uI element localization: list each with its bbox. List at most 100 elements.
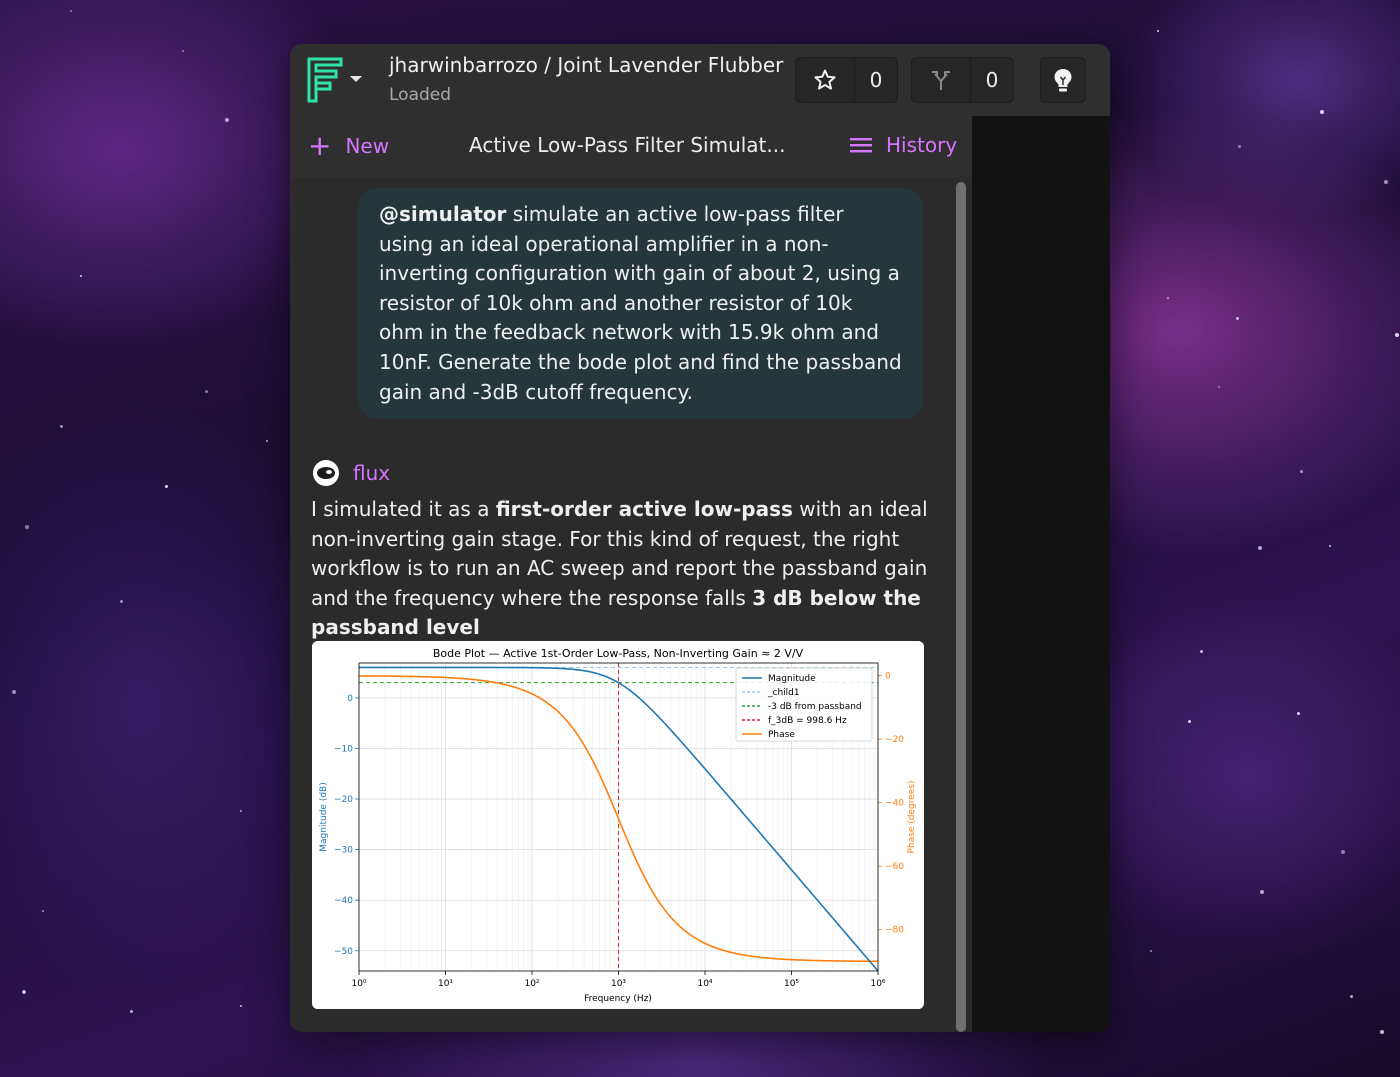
y2-tick-label: −80 — [885, 926, 904, 936]
user-message: @simulator simulate an active low-pass f… — [358, 188, 923, 420]
tips-button[interactable] — [1040, 57, 1086, 103]
user-message-text: simulate an active low-pass filter using… — [379, 202, 902, 404]
star — [1380, 1030, 1384, 1034]
title-separator: / — [544, 53, 551, 77]
assistant-text-1: I simulated it as a — [311, 497, 496, 521]
fork-button-group: 0 — [911, 57, 1014, 103]
chart-title: Bode Plot — Active 1st-Order Low-Pass, N… — [433, 647, 804, 660]
legend-label: _child1 — [767, 688, 800, 698]
y-axis-label: Magnitude (dB) — [319, 782, 329, 851]
new-chat-label: New — [345, 134, 390, 158]
star — [120, 600, 123, 603]
x-tick-label: 10¹ — [438, 979, 453, 989]
x-axis-label: Frequency (Hz) — [584, 994, 652, 1004]
project-name[interactable]: Joint Lavender Flubber — [557, 53, 783, 77]
chat-header: + New Active Low-Pass Filter Simulat... … — [290, 116, 972, 178]
star — [1329, 545, 1331, 547]
assistant-header: flux — [311, 458, 390, 488]
star — [1341, 850, 1345, 854]
star — [1150, 950, 1152, 952]
owner-name[interactable]: jharwinbarrozo — [389, 53, 538, 77]
legend-label: f_3dB = 998.6 Hz — [768, 716, 847, 726]
y2-tick-label: −40 — [885, 799, 904, 809]
star — [1297, 712, 1300, 715]
assistant-message: I simulated it as a first-order active l… — [311, 495, 931, 643]
star — [1258, 546, 1262, 550]
star — [130, 1010, 133, 1013]
history-label: History — [886, 133, 958, 157]
star — [165, 485, 168, 488]
load-status: Loaded — [389, 85, 452, 105]
star — [60, 425, 63, 428]
bode-plot-image[interactable]: Bode Plot — Active 1st-Order Low-Pass, N… — [312, 641, 924, 1009]
star — [1320, 110, 1324, 114]
star-count: 0 — [869, 68, 883, 92]
side-panel — [972, 116, 1110, 1032]
star — [12, 690, 16, 694]
star — [205, 390, 208, 393]
star — [1157, 30, 1159, 32]
star — [240, 810, 242, 812]
scrollbar-thumb[interactable] — [956, 182, 966, 1032]
y-tick-label: −50 — [334, 947, 353, 957]
x-tick-label: 10⁵ — [784, 979, 799, 989]
chevron-down-icon[interactable] — [350, 76, 362, 82]
y2-tick-label: 0 — [885, 672, 891, 682]
y-tick-label: 0 — [347, 694, 353, 704]
project-title[interactable]: jharwinbarrozo / Joint Lavender Flubber — [389, 53, 783, 77]
star-button[interactable] — [796, 58, 855, 102]
star — [1300, 470, 1303, 473]
chat-title: Active Low-Pass Filter Simulat... — [469, 133, 786, 157]
star — [266, 440, 268, 442]
y-tick-label: −20 — [334, 795, 353, 805]
app-window: jharwinbarrozo / Joint Lavender Flubber … — [290, 44, 1110, 1032]
star — [1218, 386, 1220, 388]
fork-button[interactable] — [912, 58, 971, 102]
star — [80, 275, 82, 277]
assistant-bold-1: first-order active low-pass — [495, 497, 793, 521]
lightbulb-icon — [1054, 69, 1072, 92]
flux-avatar-icon — [313, 460, 339, 486]
plus-icon: + — [308, 129, 332, 162]
fork-count: 0 — [985, 68, 999, 92]
fork-icon — [932, 71, 950, 90]
mention[interactable]: @simulator — [379, 202, 506, 226]
x-tick-label: 10³ — [611, 979, 626, 989]
assistant-name: flux — [353, 461, 391, 485]
flux-logo-icon[interactable] — [306, 57, 344, 103]
y2-axis-label: Phase (degrees) — [907, 781, 917, 854]
star — [225, 118, 229, 122]
y-tick-label: −30 — [334, 846, 353, 856]
y-tick-label: −10 — [334, 744, 353, 754]
x-tick-label: 10⁰ — [351, 979, 366, 989]
y2-tick-label: −60 — [885, 862, 904, 872]
history-button[interactable]: History — [850, 133, 957, 157]
new-chat-button[interactable]: + New — [308, 132, 389, 160]
star — [22, 990, 26, 994]
star — [70, 10, 72, 12]
chat-scrollbar[interactable] — [956, 182, 966, 1032]
y-tick-label: −40 — [334, 896, 353, 906]
legend-label: Magnitude — [768, 674, 816, 684]
menu-icon — [850, 138, 872, 153]
star — [1200, 650, 1203, 653]
star — [25, 525, 29, 529]
bode-plot-chart: Bode Plot — Active 1st-Order Low-Pass, N… — [312, 641, 924, 1009]
x-tick-label: 10² — [524, 979, 539, 989]
star — [1350, 995, 1353, 998]
star — [42, 910, 44, 912]
legend-label: -3 dB from passband — [768, 702, 862, 712]
star — [1260, 890, 1264, 894]
star-icon — [814, 69, 836, 90]
star-button-group: 0 — [795, 57, 898, 103]
legend-label: Phase — [768, 730, 795, 740]
star — [1236, 317, 1239, 320]
star — [240, 1005, 242, 1007]
x-tick-label: 10⁶ — [870, 979, 885, 989]
star — [1395, 333, 1399, 337]
star — [1384, 180, 1388, 184]
x-tick-label: 10⁴ — [697, 979, 712, 989]
top-bar: jharwinbarrozo / Joint Lavender Flubber … — [290, 44, 1110, 117]
star — [1238, 145, 1241, 148]
star — [1167, 297, 1169, 299]
